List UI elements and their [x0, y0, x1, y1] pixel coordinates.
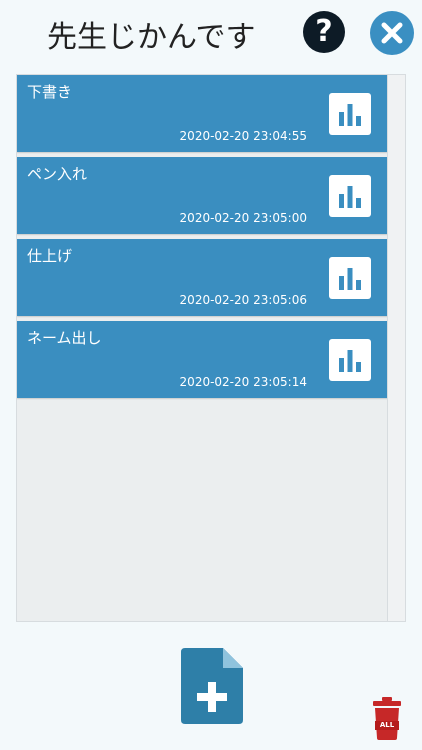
entry-title: ネーム出し: [27, 329, 102, 347]
entry-title: ペン入れ: [27, 165, 88, 183]
entry-timestamp: 2020-02-20 23:05:06: [179, 293, 307, 307]
help-button[interactable]: ?: [303, 11, 345, 53]
bar-chart-icon: [339, 104, 361, 126]
trash-all-icon: [373, 697, 401, 740]
stats-button[interactable]: [329, 339, 371, 381]
list-item[interactable]: 下書き 2020-02-20 23:04:55: [17, 75, 389, 152]
scrollbar[interactable]: [387, 75, 405, 621]
delete-all-button[interactable]: ALL: [372, 696, 402, 740]
question-icon: ?: [315, 14, 333, 49]
close-button[interactable]: [370, 11, 414, 55]
list-item[interactable]: 仕上げ 2020-02-20 23:05:06: [17, 239, 389, 316]
file-add-icon: [181, 648, 243, 724]
entry-timestamp: 2020-02-20 23:05:14: [179, 375, 307, 389]
entry-timestamp: 2020-02-20 23:05:00: [179, 211, 307, 225]
stats-button[interactable]: [329, 257, 371, 299]
stats-button[interactable]: [329, 93, 371, 135]
entry-list: 下書き 2020-02-20 23:04:55 ペン入れ 2020-02-20 …: [17, 75, 389, 403]
bar-chart-icon: [339, 268, 361, 290]
list-item[interactable]: ペン入れ 2020-02-20 23:05:00: [17, 157, 389, 234]
entry-title: 下書き: [27, 83, 73, 101]
close-icon: [381, 22, 403, 44]
stats-button[interactable]: [329, 175, 371, 217]
list-item[interactable]: ネーム出し 2020-02-20 23:05:14: [17, 321, 389, 398]
delete-all-label: ALL: [375, 721, 399, 730]
bar-chart-icon: [339, 186, 361, 208]
page-title: 先生じかんです: [47, 20, 256, 55]
entry-title: 仕上げ: [27, 247, 73, 265]
entry-timestamp: 2020-02-20 23:04:55: [179, 129, 307, 143]
entry-list-panel[interactable]: 下書き 2020-02-20 23:04:55 ペン入れ 2020-02-20 …: [16, 74, 406, 622]
bar-chart-icon: [339, 350, 361, 372]
new-entry-button[interactable]: [181, 648, 243, 724]
